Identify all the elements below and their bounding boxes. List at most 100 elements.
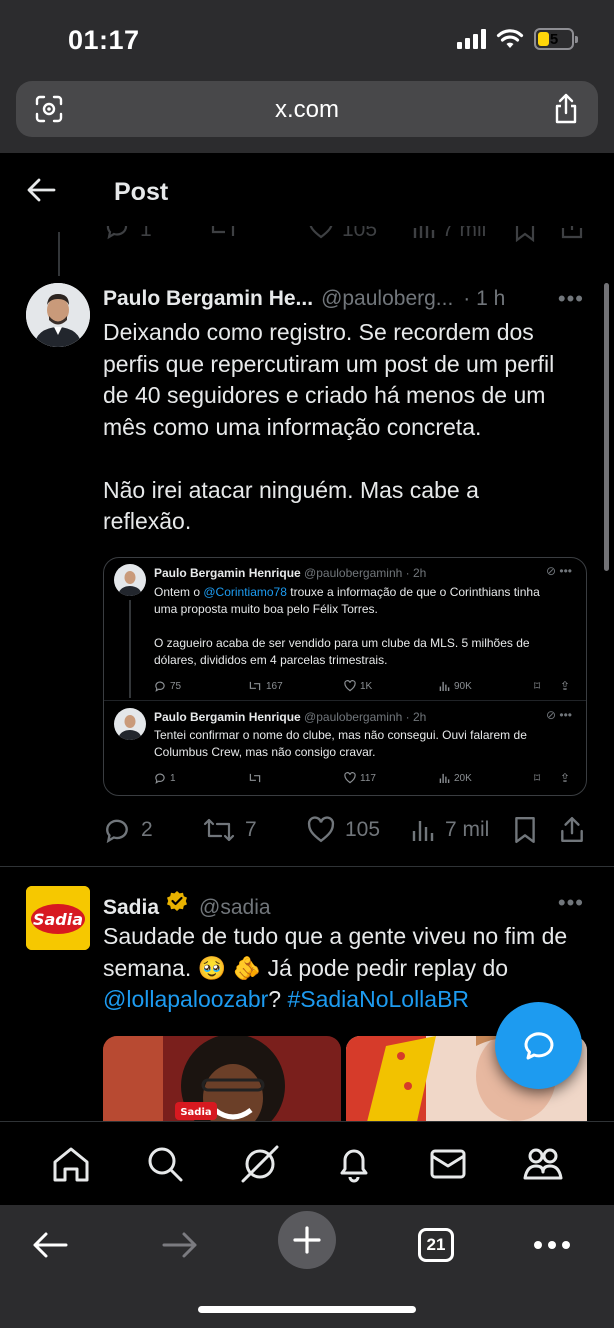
wifi-icon <box>496 29 524 48</box>
quoted-post: Paulo Bergamin Henrique @paulobergaminh … <box>114 708 576 788</box>
quoted-more-icon: ⊘ ••• <box>546 708 572 722</box>
author-name[interactable]: Paulo Bergamin He... <box>103 287 313 311</box>
signal-icon <box>457 29 486 49</box>
quoted-post: Paulo Bergamin Henrique @paulobergaminh … <box>114 564 576 700</box>
like-count: 105 <box>345 818 381 841</box>
status-icons: 5 <box>457 28 578 50</box>
retweet-button[interactable]: 7 <box>203 816 257 844</box>
more-icon <box>534 1241 570 1249</box>
nav-messages[interactable] <box>423 1139 473 1189</box>
quoted-avatar <box>114 708 146 740</box>
avatar[interactable] <box>26 283 90 347</box>
grok-icon <box>241 1145 279 1182</box>
back-arrow-icon[interactable] <box>26 177 56 203</box>
profile-photo <box>26 283 90 347</box>
quoted-text: Ontem o @Corintiamo78 trouxe a informaçã… <box>154 585 540 667</box>
status-bar: 01:17 5 <box>0 0 614 78</box>
quoted-actions: 75 167 1K 90K ⌑ ⇪ <box>154 678 574 694</box>
quoted-avatar <box>114 564 146 596</box>
post-divider <box>0 866 614 867</box>
page-title: Post <box>114 178 169 206</box>
mail-icon <box>430 1149 466 1178</box>
new-tab-button[interactable] <box>278 1211 336 1269</box>
author-handle[interactable]: @pauloberg... <box>321 287 453 311</box>
quoted-thread-line <box>129 600 131 698</box>
bookmark-icon <box>515 816 535 844</box>
bookmark-button[interactable] <box>513 816 537 844</box>
tweet-line: Não irei atacar ninguém. Mas cabe a <box>103 476 479 503</box>
status-time: 01:17 <box>68 25 140 55</box>
views-icon[interactable] <box>412 226 436 240</box>
media-image-left[interactable]: Sadia <box>103 1036 341 1126</box>
more-options-icon[interactable]: ••• <box>558 890 584 916</box>
browser-forward-button[interactable] <box>158 1215 202 1275</box>
quoted-header: Paulo Bergamin Henrique @paulobergaminh … <box>154 710 426 724</box>
reply-icon <box>106 819 128 844</box>
like-icon <box>307 816 335 843</box>
tabs-button[interactable]: 21 <box>414 1215 458 1275</box>
reply-count: 2 <box>141 818 153 841</box>
quoted-more-icon: ⊘ ••• <box>546 564 572 578</box>
like-button[interactable]: 105 <box>307 816 380 844</box>
tweet-text: Deixando como registro. Se recordem dos … <box>103 317 593 538</box>
url-text: x.com <box>274 96 339 123</box>
url-bar[interactable]: x.com <box>16 81 598 137</box>
quoted-media-card[interactable]: Paulo Bergamin Henrique @paulobergaminh … <box>103 557 587 796</box>
page-header: Post <box>0 153 614 228</box>
chat-bubble-icon <box>524 1031 553 1059</box>
tweet-line: de 40 seguidores e criado há menos de um <box>103 382 546 408</box>
quoted-actions: 1 117 20K ⌑ ⇪ <box>154 770 574 786</box>
like-icon[interactable] <box>308 226 334 240</box>
quoted-author-name: Paulo Bergamin Henrique <box>154 710 301 724</box>
browser-url-area: x.com <box>0 78 614 153</box>
quoted-author-name: Paulo Bergamin Henrique <box>154 566 301 580</box>
nav-search[interactable] <box>140 1139 190 1189</box>
tweet-header: Paulo Bergamin He... @pauloberg... · 1 h <box>103 287 505 311</box>
more-options-icon[interactable]: ••• <box>558 286 584 312</box>
reply-button[interactable]: 2 <box>103 816 153 844</box>
previous-view-count: 7 mil <box>442 226 487 241</box>
tweet-line: semana. 🥹 🫵 Já pode pedir replay do <box>103 954 509 981</box>
retweet-icon[interactable] <box>208 226 238 240</box>
previous-post-actions: 1 105 7 mil <box>104 226 584 244</box>
retweet-icon <box>203 818 235 842</box>
retweet-count: 7 <box>245 818 257 841</box>
quoted-header: Paulo Bergamin Henrique @paulobergaminh … <box>154 566 426 580</box>
compose-fab[interactable] <box>495 1002 582 1089</box>
tabs-count: 21 <box>418 1228 454 1262</box>
post-time: · 1 h <box>463 287 506 310</box>
author-name[interactable]: Sadia <box>103 896 159 920</box>
hashtag-link[interactable]: #SadiaNoLollaBR <box>287 986 469 1012</box>
views-icon <box>412 821 434 841</box>
nav-communities[interactable] <box>518 1139 568 1189</box>
browser-more-button[interactable] <box>530 1215 574 1275</box>
reply-icon[interactable] <box>104 226 130 240</box>
share-post-button[interactable] <box>559 816 585 844</box>
scrollbar[interactable] <box>604 283 609 571</box>
quoted-divider <box>104 700 586 701</box>
quoted-mention: @Corintiamo78 <box>203 585 287 599</box>
tweet-line: perfis que repercutiram um post de um pe… <box>103 350 555 377</box>
nav-notifications[interactable] <box>329 1139 379 1189</box>
share-post-icon <box>561 816 583 842</box>
bottom-nav <box>0 1121 614 1205</box>
mention-link[interactable]: @lollapaloozabr <box>103 986 268 1012</box>
sadia-logo: Sadia <box>26 886 90 950</box>
nav-home[interactable] <box>46 1139 96 1189</box>
browser-back-button[interactable] <box>28 1215 72 1275</box>
bookmark-icon[interactable] <box>514 226 536 242</box>
nav-grok[interactable] <box>235 1139 285 1189</box>
share-post-icon[interactable] <box>560 226 584 240</box>
tweet-line: Saudade de tudo que a gente viveu no fim… <box>103 923 568 949</box>
quoted-author-meta: @paulobergaminh · 2h <box>304 566 427 580</box>
author-handle[interactable]: @sadia <box>199 896 271 920</box>
tweet-header: Sadia @sadia <box>103 890 271 920</box>
views-button[interactable]: 7 mil <box>411 816 489 844</box>
quoted-text: Tentei confirmar o nome do clube, mas nã… <box>154 728 527 759</box>
tweet-line: reflexão. <box>103 508 192 534</box>
quoted-author-meta: @paulobergaminh · 2h <box>304 710 427 724</box>
share-icon[interactable] <box>552 93 580 125</box>
previous-reply-count: 1 <box>140 226 152 241</box>
svg-text:Sadia: Sadia <box>33 910 83 929</box>
sadia-avatar[interactable]: Sadia <box>26 886 90 950</box>
